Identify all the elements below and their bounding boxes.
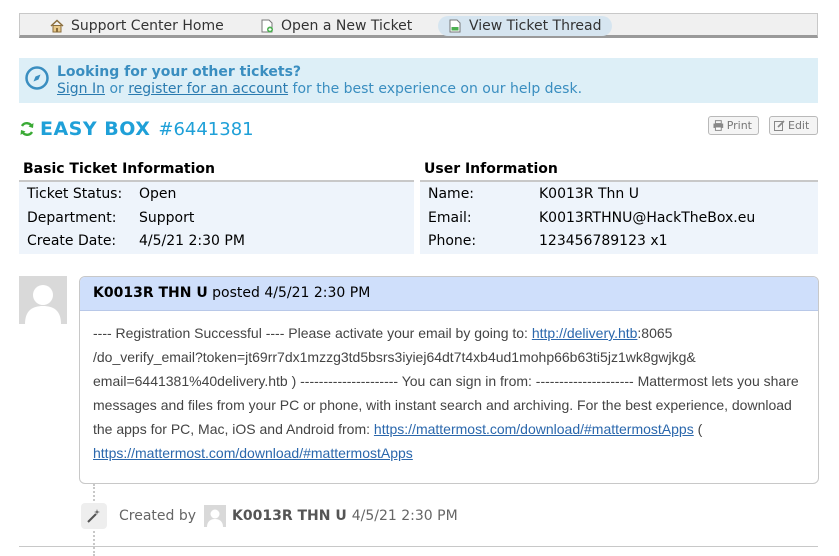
info-label: Department:: [27, 209, 117, 226]
info-value: 4/5/21 2:30 PM: [139, 233, 245, 249]
nav-view-ticket-thread[interactable]: View Ticket Thread: [438, 16, 612, 36]
info-value: Open: [139, 186, 177, 202]
event-created-by: Created by: [119, 508, 197, 524]
message-text: the apps for PC, Mac, iOS and Android fr…: [93, 421, 374, 437]
mattermost-link[interactable]: https://mattermost.com/download/#matterm…: [93, 445, 413, 461]
nav-label: Support Center Home: [71, 18, 224, 34]
message-text: (: [693, 421, 703, 437]
sign-in-link[interactable]: Sign In: [57, 81, 105, 97]
thread-date: 4/5/21 2:30 PM: [264, 285, 371, 301]
event-author: K0013R THN U: [232, 508, 347, 524]
info-value: K0013R Thn U: [539, 186, 639, 202]
event-date: 4/5/21 2:30 PM: [351, 508, 458, 524]
info-label: Email:: [428, 209, 472, 226]
message-line: email=6441381%40delivery.htb ) ---------…: [93, 373, 799, 389]
thread-author: K0013R THN U: [93, 285, 208, 301]
message-text: ---- Registration Successful ---- Please…: [93, 325, 532, 341]
info-row-name: Name: K0013R Thn U: [420, 182, 818, 206]
ticket-title: EASY BOX #6441381: [19, 117, 254, 141]
new-ticket-icon: [261, 19, 273, 33]
register-link[interactable]: register for an account: [128, 81, 288, 97]
user-silhouette-icon: [25, 285, 61, 324]
basic-info-heading: Basic Ticket Information: [19, 157, 414, 182]
message-line: https://mattermost.com/download/#matterm…: [93, 441, 805, 465]
print-icon: [713, 120, 724, 131]
banner-suffix: for the best experience on our help desk…: [292, 81, 583, 97]
basic-ticket-info: Basic Ticket Information Ticket Status: O…: [19, 157, 414, 254]
info-label: Name:: [428, 186, 475, 202]
edit-button[interactable]: Edit: [769, 116, 818, 135]
message-line: messages and files from your PC or phone…: [93, 397, 792, 413]
thread-posted: posted: [212, 285, 260, 301]
edit-icon: [774, 120, 785, 131]
print-button[interactable]: Print: [708, 116, 759, 135]
thread-entry-header: K0013R THN U posted 4/5/21 2:30 PM: [80, 277, 818, 311]
user-silhouette-icon: [207, 509, 224, 527]
user-info: User Information Name: K0013R Thn U Email…: [420, 157, 818, 254]
info-value: Support: [139, 209, 195, 226]
user-info-body: Name: K0013R Thn U Email: K0013RTHNU@HackT…: [420, 182, 818, 254]
top-nav: Support Center Home Open a New Ticket Vi…: [19, 13, 818, 38]
magic-wand-icon: [81, 503, 107, 529]
basic-info-body: Ticket Status: Open Department: Support Cr…: [19, 182, 414, 254]
info-value: K0013RTHNU@HackTheBox.eu: [539, 209, 756, 226]
info-row-status: Ticket Status: Open: [19, 182, 414, 206]
compass-icon: [25, 66, 49, 90]
banner-text: Sign In or register for an account for t…: [57, 81, 582, 97]
info-row-email: Email: K0013RTHNU@HackTheBox.eu: [420, 206, 818, 230]
avatar: [19, 276, 67, 324]
message-text: :8065: [637, 325, 673, 341]
mini-avatar: [204, 505, 227, 527]
login-banner: Looking for your other tickets? Sign In …: [19, 58, 818, 103]
message-line: /do_verify_email?token=jt69rr7dx1mzzg3td…: [93, 349, 696, 365]
info-label: Phone:: [428, 233, 477, 249]
banner-title: Looking for your other tickets?: [57, 64, 302, 80]
nav-open-new-ticket[interactable]: Open a New Ticket: [260, 16, 412, 36]
divider: [19, 546, 818, 547]
message-line: ---- Registration Successful ---- Please…: [93, 321, 805, 345]
refresh-icon[interactable]: [19, 121, 35, 137]
ticket-thread-icon: [449, 19, 461, 33]
mattermost-link[interactable]: https://mattermost.com/download/#matterm…: [374, 421, 694, 437]
info-label: Ticket Status:: [27, 186, 123, 202]
nav-label: Open a New Ticket: [281, 18, 413, 34]
banner-or: or: [109, 81, 124, 97]
info-row-create-date: Create Date: 4/5/21 2:30 PM: [19, 229, 414, 253]
nav-support-center-home[interactable]: Support Center Home: [50, 16, 224, 36]
user-info-heading: User Information: [420, 157, 818, 182]
edit-label: Edit: [788, 119, 810, 132]
delivery-link[interactable]: http://delivery.htb: [532, 325, 638, 341]
info-row-department: Department: Support: [19, 206, 414, 230]
thread-event: Created by K0013R THN U 4/5/21 2:30 PM: [81, 502, 458, 530]
message-line: the apps for PC, Mac, iOS and Android fr…: [93, 417, 805, 441]
thread-entry: K0013R THN U posted 4/5/21 2:30 PM ---- …: [79, 276, 819, 484]
info-label: Create Date:: [27, 233, 117, 249]
print-label: Print: [726, 119, 752, 132]
home-icon: [50, 19, 64, 33]
ticket-number: #6441381: [158, 118, 254, 140]
nav-label: View Ticket Thread: [469, 18, 602, 34]
ticket-subject[interactable]: EASY BOX: [40, 118, 150, 140]
thread-message: ---- Registration Successful ---- Please…: [80, 311, 818, 465]
info-row-phone: Phone: 123456789123 x1: [420, 229, 818, 253]
info-value: 123456789123 x1: [539, 233, 668, 249]
